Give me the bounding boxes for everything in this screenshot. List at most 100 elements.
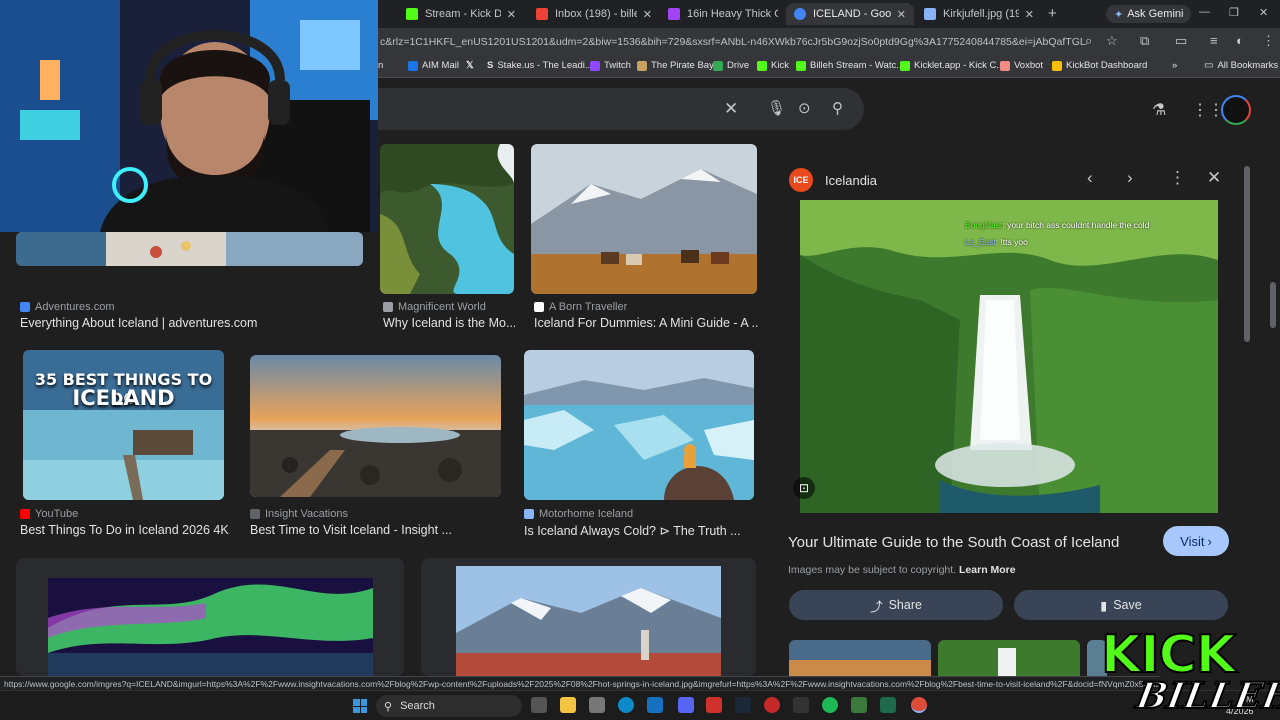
related-image[interactable]	[789, 640, 931, 680]
result-image-born-traveller[interactable]	[531, 144, 757, 294]
address-bar[interactable]: c&rlz=1C1HKFL_enUS1201US1201&udm=2&biw=1…	[376, 30, 1086, 54]
windows-start-icon[interactable]	[353, 699, 367, 713]
app-icon[interactable]	[706, 697, 722, 713]
microphone-icon[interactable]: 🎙	[767, 99, 786, 117]
spotify-icon[interactable]	[822, 697, 838, 713]
close-icon[interactable]: ✕	[507, 8, 516, 21]
restore-icon[interactable]: ❐	[1229, 6, 1239, 19]
app-icon[interactable]	[851, 697, 867, 713]
result-source[interactable]: Magnificent World	[383, 301, 486, 313]
file-explorer-icon[interactable]	[560, 697, 576, 713]
result-title[interactable]: Best Things To Do in Iceland 2026 4K...	[20, 523, 230, 537]
labs-flask-icon[interactable]: ⚗	[1152, 100, 1166, 120]
page-scrollbar[interactable]	[1270, 282, 1276, 328]
result-source[interactable]: A Born Traveller	[534, 301, 627, 313]
discord-icon[interactable]	[678, 697, 694, 713]
bookmark-drive[interactable]: Drive	[713, 60, 749, 71]
search-input[interactable]: ✕ 🎙 ⊙ ⚲	[376, 88, 864, 130]
clear-search-icon[interactable]: ✕	[724, 99, 738, 119]
source-name: Magnificent World	[398, 301, 486, 313]
learn-more-link[interactable]: Learn More	[959, 564, 1016, 576]
save-button[interactable]: ▮ Save	[1014, 590, 1228, 620]
cast-icon[interactable]: ▭	[1175, 33, 1187, 49]
related-image[interactable]	[938, 640, 1080, 680]
next-icon[interactable]: ›	[1127, 168, 1133, 188]
preview-title[interactable]: Your Ultimate Guide to the South Coast o…	[788, 534, 1119, 551]
image-thumbnail	[16, 232, 363, 266]
edge-icon[interactable]	[618, 697, 634, 713]
result-source[interactable]: Motorhome Iceland	[524, 508, 633, 520]
minimize-icon[interactable]: —	[1199, 6, 1210, 18]
more-options-icon[interactable]: ⋮	[1169, 168, 1186, 188]
result-source[interactable]: Insight Vacations	[250, 508, 348, 520]
new-tab-plus-icon[interactable]: +	[1048, 5, 1057, 22]
result-title[interactable]: Everything About Iceland | adventures.co…	[20, 316, 360, 330]
extensions-icon[interactable]: ⧉	[1140, 33, 1149, 49]
result-image-adventures[interactable]	[16, 232, 363, 266]
task-view-icon[interactable]	[531, 697, 547, 713]
tab-iceland-google[interactable]: ICELAND - Google Sea ✕	[786, 3, 914, 25]
window-close-icon[interactable]: ✕	[1259, 6, 1268, 19]
app-icon[interactable]	[793, 697, 809, 713]
bookmark-star-icon[interactable]: ☆	[1106, 33, 1118, 49]
menu-dots-icon[interactable]: ⋮	[1262, 33, 1275, 49]
bookmark-billeh-stream[interactable]: Billeh Stream - Watc...	[796, 60, 904, 71]
chrome-icon[interactable]	[911, 697, 927, 713]
bookmark-kicklet[interactable]: Kicklet.app - Kick C...	[900, 60, 1004, 71]
media-icon[interactable]: ≡	[1210, 33, 1218, 48]
steam-icon[interactable]	[735, 697, 751, 713]
result-image-insight[interactable]	[250, 355, 501, 497]
bookmark-x[interactable]: 𝕏	[466, 60, 474, 71]
bookmark-voxbot[interactable]: Voxbot	[1000, 60, 1043, 71]
bookmark-kickbot[interactable]: KickBot Dashboard	[1052, 60, 1147, 71]
preview-image[interactable]: BoogNast: your bitch ass couldnt handle …	[800, 200, 1218, 513]
result-source[interactable]: Adventures.com	[20, 301, 114, 313]
bookmark-kick[interactable]: Kick	[757, 60, 789, 71]
result-title[interactable]: Best Time to Visit Iceland - Insight ...	[250, 523, 502, 537]
tab-kick-dashboard[interactable]: Stream - Kick Dashboa ✕	[398, 3, 524, 25]
bookmark-item[interactable]: n	[378, 60, 383, 71]
all-bookmarks-button[interactable]: ▭ All Bookmarks	[1204, 60, 1278, 71]
avatar[interactable]	[1221, 95, 1251, 125]
bookmark-stake[interactable]: S Stake.us - The Leadi...	[487, 60, 593, 71]
result-title[interactable]: Iceland For Dummies: A Mini Guide - A ..…	[534, 316, 759, 330]
result-title[interactable]: Is Iceland Always Cold? ⊳ The Truth ...	[524, 523, 759, 538]
search-icon[interactable]: ⚲	[832, 99, 843, 117]
app-icon[interactable]	[764, 697, 780, 713]
result-image-reykjavik[interactable]	[421, 558, 756, 676]
profile-chip-icon[interactable]: ◐	[1236, 33, 1244, 48]
result-image-aurora[interactable]	[16, 558, 404, 676]
app-icon[interactable]	[880, 697, 896, 713]
close-panel-icon[interactable]: ✕	[1207, 168, 1221, 188]
zoom-icon[interactable]: ⌕	[1085, 33, 1092, 49]
result-image-youtube[interactable]: 35 BEST THINGS TO DO ICELAND	[23, 350, 224, 500]
outlook-icon[interactable]	[647, 697, 663, 713]
taskbar-search-label: Search	[400, 700, 435, 712]
bookmark-aim-mail[interactable]: AIM Mail	[408, 60, 459, 71]
store-icon[interactable]	[589, 697, 605, 713]
bookmark-pirate-bay[interactable]: The Pirate Bay	[637, 60, 714, 71]
preview-site[interactable]: ICE Icelandia	[789, 168, 877, 192]
result-title[interactable]: Why Iceland is the Mo...	[383, 316, 515, 330]
close-icon[interactable]: ✕	[643, 8, 652, 21]
bookmark-twitch[interactable]: Twitch	[590, 60, 631, 71]
previous-icon[interactable]: ‹	[1087, 168, 1093, 188]
result-source[interactable]: YouTube	[20, 508, 78, 520]
google-lens-icon[interactable]: ⊙	[798, 99, 811, 117]
tab-glass-product[interactable]: 16in Heavy Thick Glass	[660, 3, 786, 25]
tab-kirkjufell[interactable]: Kirkjufell.jpg (1920×10 ✕	[916, 3, 1042, 25]
close-icon[interactable]: ✕	[1025, 8, 1034, 21]
bookmarks-overflow-icon[interactable]: »	[1172, 60, 1177, 71]
close-icon[interactable]: ✕	[897, 8, 906, 21]
result-image-motorhome[interactable]	[524, 350, 754, 500]
google-lens-icon[interactable]: ⊡	[793, 477, 815, 499]
ask-gemini-button[interactable]: ✦ Ask Gemini	[1106, 5, 1192, 23]
bookmark-label: KickBot Dashboard	[1066, 60, 1148, 71]
share-button[interactable]: ⤴ Share	[789, 590, 1003, 620]
tab-inbox[interactable]: Inbox (198) - billehvair ✕	[528, 3, 660, 25]
visit-button[interactable]: Visit ›	[1163, 526, 1229, 556]
tab-title: Stream - Kick Dashboa	[425, 8, 501, 20]
taskbar-search[interactable]: ⚲ Search	[376, 695, 522, 717]
result-image-magnificent[interactable]	[380, 144, 514, 294]
panel-scrollbar[interactable]	[1244, 166, 1250, 342]
